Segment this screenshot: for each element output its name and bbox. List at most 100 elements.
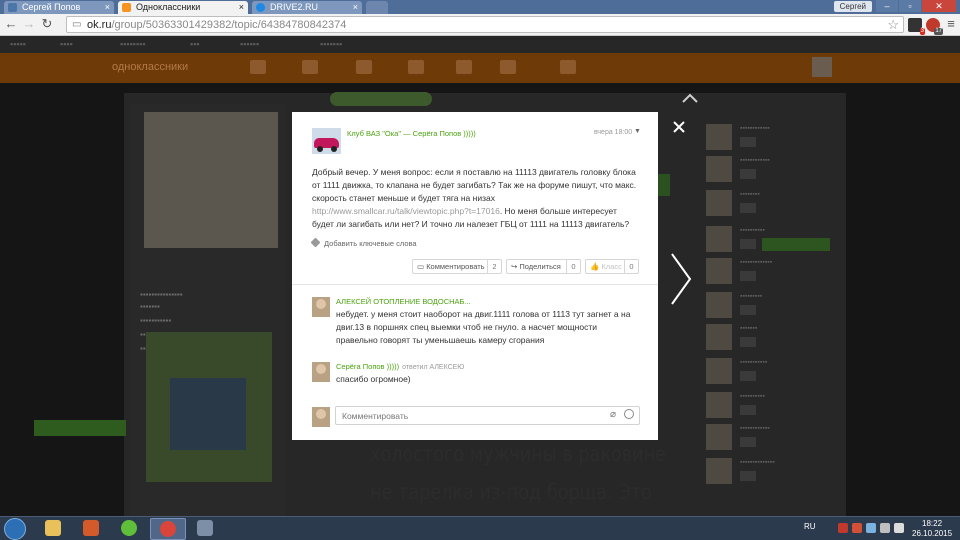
tray-icon[interactable] <box>852 523 862 533</box>
app-icon <box>197 520 213 536</box>
close-icon[interactable]: × <box>353 1 358 14</box>
taskbar-app[interactable] <box>188 518 224 540</box>
url-host: ok.ru <box>87 19 112 31</box>
close-icon[interactable]: × <box>239 1 244 14</box>
friend-row: ▪▪▪▪▪▪▪▪▪ <box>706 292 840 322</box>
browser-tab-strip: Сергей Попов × Одноклассники × DRIVE2.RU… <box>0 0 960 14</box>
like-count: 0 <box>624 260 638 273</box>
taskbar: RU 18:22 26.10.2015 <box>0 516 960 540</box>
comment-text: спасибо огромное) <box>336 374 411 384</box>
friend-row: ▪▪▪▪▪▪▪▪▪▪▪▪▪▪ <box>706 458 840 488</box>
friend-row: ▪▪▪▪▪▪▪▪▪▪▪▪▪ <box>706 258 840 288</box>
topic-menu-icon[interactable]: ▼ <box>634 128 641 135</box>
adblock-icon[interactable]: 17 <box>926 18 943 35</box>
media-player-icon <box>83 520 99 536</box>
new-tab-button[interactable] <box>366 1 388 14</box>
clock[interactable]: 18:22 26.10.2015 <box>912 519 952 539</box>
forward-button[interactable]: → <box>22 17 36 31</box>
taskbar-media[interactable] <box>74 518 110 540</box>
close-icon[interactable] <box>671 119 687 135</box>
start-button[interactable] <box>4 518 26 540</box>
friend-row: ▪▪▪▪▪▪▪▪▪▪ <box>706 392 840 422</box>
topic-time: вчера 18:00 <box>594 129 633 136</box>
window-close-button[interactable]: ✕ <box>922 0 956 12</box>
left-column: ▪▪▪▪▪▪▪▪▪▪▪▪▪▪▪ ▪▪▪▪▪▪▪ ▪▪▪▪▪▪▪▪▪▪▪ ▪▪▪▪… <box>130 104 286 516</box>
comment-input[interactable]: Комментировать <box>335 406 640 425</box>
friend-row: ▪▪▪▪▪▪▪▪▪▪▪▪ <box>706 156 840 186</box>
avatar <box>812 57 832 77</box>
messages-icon <box>250 60 266 74</box>
site-header: одноклассники <box>0 53 960 83</box>
tab-vk[interactable]: Сергей Попов × <box>4 1 114 14</box>
thumbs-up-icon: 👍 <box>590 262 600 271</box>
close-icon[interactable]: × <box>105 1 110 14</box>
site-logo: одноклассники <box>112 61 189 73</box>
gift-button <box>34 420 126 436</box>
share-count: 0 <box>566 260 580 273</box>
icq-icon <box>121 520 137 536</box>
extension-badge: 3 <box>919 28 925 35</box>
profile-photo <box>144 112 278 248</box>
folder-icon <box>45 520 61 536</box>
smiley-icon[interactable] <box>624 409 634 419</box>
drive2-icon <box>256 3 265 12</box>
chevron-right-icon[interactable] <box>668 252 694 306</box>
tab-drive2[interactable]: DRIVE2.RU × <box>252 1 362 14</box>
birthday-photo <box>170 378 246 450</box>
taskbar-explorer[interactable] <box>36 518 72 540</box>
music-icon <box>500 60 516 74</box>
comment-reply-meta: ответил АЛЕКСЕЮ <box>402 364 465 371</box>
minimize-button[interactable]: – <box>876 0 898 12</box>
language-indicator[interactable]: RU <box>804 522 816 531</box>
profile-name[interactable]: Сергей <box>833 1 872 12</box>
back-button[interactable]: ← <box>4 17 18 31</box>
avatar[interactable] <box>312 297 330 317</box>
share-icon: ↪ <box>511 262 518 271</box>
taskbar-icq[interactable] <box>112 518 148 540</box>
menu-icon[interactable]: ≡ <box>944 17 958 31</box>
vk-icon <box>8 3 17 12</box>
tab-title: DRIVE2.RU <box>270 2 319 12</box>
paperclip-icon[interactable]: ⌀ <box>610 409 616 420</box>
comment-author[interactable]: Серёга Попов ))))) ответил АЛЕКСЕЮ <box>336 362 464 371</box>
taskbar-chrome[interactable] <box>150 518 186 540</box>
volume-icon[interactable] <box>880 523 890 533</box>
adblock-badge: 17 <box>934 28 943 35</box>
comment-author[interactable]: АЛЕКСЕЙ ОТОПЛЕНИЕ ВОДОСНАБ... <box>336 297 471 306</box>
page-icon: ▭ <box>72 19 82 30</box>
extension-icon[interactable]: 3 <box>908 18 925 35</box>
comment-count: 2 <box>487 260 501 273</box>
like-button[interactable]: 👍 Класс 0 <box>585 259 639 274</box>
comment-button[interactable]: ▭ Комментировать 2 <box>412 259 502 274</box>
friend-row: ▪▪▪▪▪▪▪▪▪▪▪ <box>706 358 840 388</box>
topic-body: Добрый вечер. У меня вопрос: если я пост… <box>312 167 637 229</box>
maximize-button[interactable]: ▫ <box>899 0 921 12</box>
tray-icon[interactable] <box>838 523 848 533</box>
site-top-nav: ▪▪▪▪▪ ▪▪▪▪ ▪▪▪▪▪▪▪▪ ▪▪▪ ▪▪▪▪▪▪ ▪▪▪▪▪▪▪ <box>0 36 960 53</box>
background-post-text: холостого мужчины в раковине <box>370 442 667 466</box>
events-icon <box>456 60 472 74</box>
flag-icon[interactable] <box>894 523 904 533</box>
bookmark-star-icon[interactable]: ☆ <box>887 17 899 33</box>
ok-icon <box>122 3 131 12</box>
comment-icon: ▭ <box>417 262 425 271</box>
address-bar[interactable]: ▭ ok.ru/group/50363301429382/topic/64384… <box>66 16 904 33</box>
notifications-icon <box>356 60 372 74</box>
tab-odnoklassniki[interactable]: Одноклассники × <box>118 1 248 14</box>
chrome-icon <box>160 521 176 537</box>
network-icon[interactable] <box>866 523 876 533</box>
discussions-icon <box>302 60 318 74</box>
friend-add-button <box>762 238 830 251</box>
chevron-up-icon[interactable] <box>681 88 699 110</box>
topic-author[interactable]: Клуб ВАЗ "Ока" — Серёга Попов ))))) <box>347 129 476 138</box>
avatar[interactable] <box>312 362 330 382</box>
topic-link[interactable]: http://www.smallcar.ru/talk/viewtopic.ph… <box>312 206 500 216</box>
url-text: ok.ru/group/50363301429382/topic/6438478… <box>87 19 346 31</box>
tag-icon <box>310 237 321 248</box>
group-thumbnail[interactable] <box>312 128 341 154</box>
add-tags-link[interactable]: Добавить ключевые слова <box>310 237 417 248</box>
reload-button[interactable]: ↻ <box>40 17 54 31</box>
video-icon <box>560 60 576 74</box>
friend-row: ▪▪▪▪▪▪▪ <box>706 324 840 354</box>
share-button[interactable]: ↪ Поделиться 0 <box>506 259 581 274</box>
